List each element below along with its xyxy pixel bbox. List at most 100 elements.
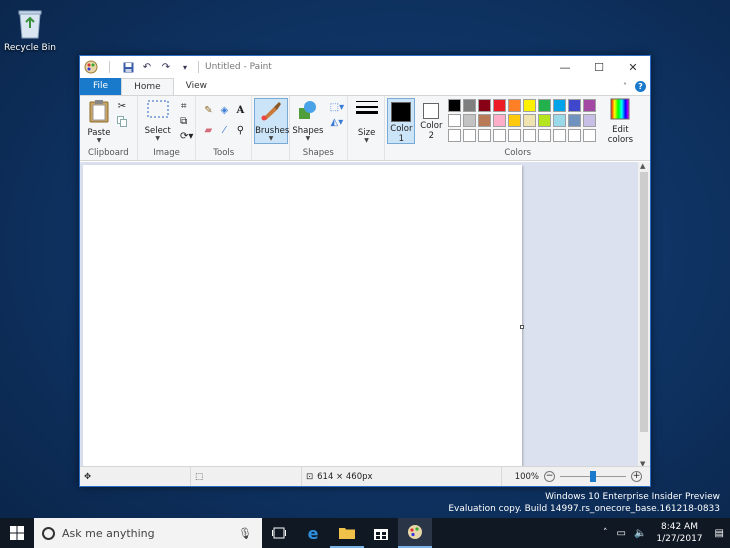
pencil-icon[interactable]: ✎ <box>202 104 214 116</box>
save-icon[interactable] <box>121 60 135 74</box>
color2-button[interactable]: Color 2 <box>417 98 445 144</box>
palette-swatch[interactable] <box>553 99 567 112</box>
clock[interactable]: 8:42 AM 1/27/2017 <box>650 521 708 545</box>
text-icon[interactable]: A <box>234 104 246 116</box>
edge-button[interactable]: e <box>296 518 330 548</box>
paint-app-icon[interactable] <box>84 60 98 74</box>
rotate-icon[interactable]: ⟳▾ <box>178 130 196 142</box>
palette-swatch[interactable] <box>553 114 567 127</box>
zoom-slider-thumb[interactable] <box>590 471 596 482</box>
start-button[interactable] <box>0 518 34 548</box>
task-view-button[interactable] <box>262 518 296 548</box>
crop-icon[interactable]: ⌗ <box>178 100 190 112</box>
palette-swatch[interactable] <box>538 99 552 112</box>
taskbar: Ask me anything 🎙 e ˄ ▭ 🔈 8:42 AM 1/27/2… <box>0 518 730 548</box>
canvas-resize-handle-right[interactable] <box>520 325 524 329</box>
brushes-button[interactable]: Brushes ▼ <box>254 98 289 144</box>
network-icon[interactable]: ▭ <box>612 528 629 539</box>
file-explorer-button[interactable] <box>330 518 364 548</box>
palette-swatch[interactable] <box>478 114 492 127</box>
store-button[interactable] <box>364 518 398 548</box>
size-dropdown-icon: ▼ <box>364 137 369 144</box>
tools-group-label: Tools <box>213 148 235 158</box>
window-title: Untitled - Paint <box>205 62 272 72</box>
palette-swatch[interactable] <box>538 114 552 127</box>
palette-swatch[interactable] <box>508 114 522 127</box>
palette-swatch[interactable] <box>508 129 522 142</box>
maximize-button[interactable]: ☐ <box>582 56 616 78</box>
select-icon <box>141 99 175 122</box>
shapes-group-label: Shapes <box>302 148 334 158</box>
resize-icon[interactable]: ⧉ <box>178 115 190 127</box>
volume-icon[interactable]: 🔈 <box>630 528 650 539</box>
cut-icon[interactable]: ✂ <box>116 100 128 112</box>
palette-swatch[interactable] <box>448 129 462 142</box>
color-picker-icon[interactable]: ⁄ <box>218 124 230 136</box>
palette-swatch[interactable] <box>583 129 597 142</box>
color1-button[interactable]: Color 1 <box>387 98 416 144</box>
brushes-dropdown-icon: ▼ <box>268 135 274 142</box>
palette-swatch[interactable] <box>568 114 582 127</box>
palette-swatch[interactable] <box>538 129 552 142</box>
close-button[interactable]: ✕ <box>616 56 650 78</box>
tab-file[interactable]: File <box>80 78 122 95</box>
help-icon[interactable]: ? <box>635 81 646 92</box>
paste-button[interactable]: Paste ▼ <box>86 99 112 144</box>
microphone-icon[interactable]: 🎙 <box>238 527 252 540</box>
copy-icon[interactable] <box>116 115 128 127</box>
redo-icon[interactable]: ↷ <box>159 60 173 74</box>
shapes-button[interactable]: Shapes ▼ <box>292 99 324 142</box>
palette-swatch[interactable] <box>463 114 477 127</box>
action-center-icon[interactable]: ▤ <box>709 528 730 539</box>
palette-swatch[interactable] <box>583 114 597 127</box>
brushes-group: Brushes ▼ <box>252 96 290 160</box>
undo-icon[interactable]: ↶ <box>140 60 154 74</box>
magnifier-icon[interactable]: ⚲ <box>234 124 246 136</box>
select-button[interactable]: Select ▼ <box>141 99 175 142</box>
palette-swatch[interactable] <box>568 129 582 142</box>
fill-icon[interactable]: ◈ <box>218 104 230 116</box>
palette-swatch[interactable] <box>568 99 582 112</box>
edit-colors-button[interactable]: Edit colors <box>604 98 636 145</box>
zoom-slider[interactable] <box>560 471 626 482</box>
collapse-ribbon-icon[interactable]: ˄ <box>623 82 627 91</box>
palette-swatch[interactable] <box>523 99 537 112</box>
minimize-button[interactable]: — <box>548 56 582 78</box>
shapes-dropdown-icon: ▼ <box>305 135 311 142</box>
vertical-scrollbar[interactable]: ▲ ▼ <box>638 162 650 468</box>
cortana-search-box[interactable]: Ask me anything 🎙 <box>34 518 262 548</box>
scroll-up-icon[interactable]: ▲ <box>640 162 645 170</box>
palette-swatch[interactable] <box>583 99 597 112</box>
drawing-canvas[interactable] <box>83 165 522 468</box>
palette-swatch[interactable] <box>463 129 477 142</box>
palette-swatch[interactable] <box>493 129 507 142</box>
palette-swatch[interactable] <box>478 129 492 142</box>
palette-swatch[interactable] <box>478 99 492 112</box>
colors-group: Color 1 Color 2 Edit colors Colors <box>385 96 650 160</box>
paste-dropdown-icon: ▼ <box>96 137 102 144</box>
customize-quick-access-icon[interactable]: ▾ <box>178 60 192 74</box>
fill-shape-icon[interactable]: ◭▾ <box>328 116 346 128</box>
cursor-position-section: ✥ <box>80 467 191 486</box>
palette-swatch[interactable] <box>523 129 537 142</box>
scrollbar-thumb[interactable] <box>640 172 648 432</box>
palette-swatch[interactable] <box>553 129 567 142</box>
show-hidden-icons-button[interactable]: ˄ <box>598 528 613 538</box>
tools-group: ✎ ◈ A ▰ ⁄ ⚲ Tools <box>196 96 253 160</box>
outline-icon[interactable]: ⬚▾ <box>328 101 346 113</box>
palette-swatch[interactable] <box>523 114 537 127</box>
palette-swatch[interactable] <box>508 99 522 112</box>
zoom-out-button[interactable]: − <box>544 471 555 482</box>
tab-view[interactable]: View <box>174 78 219 95</box>
eraser-icon[interactable]: ▰ <box>202 124 214 136</box>
palette-swatch[interactable] <box>493 99 507 112</box>
recycle-bin-shortcut[interactable]: Recycle Bin <box>4 4 56 53</box>
tab-home[interactable]: Home <box>121 78 174 95</box>
zoom-in-button[interactable]: + <box>631 471 642 482</box>
palette-swatch[interactable] <box>448 114 462 127</box>
size-button[interactable]: Size ▼ <box>352 99 382 144</box>
paint-taskbar-button[interactable] <box>398 518 432 548</box>
palette-swatch[interactable] <box>493 114 507 127</box>
palette-swatch[interactable] <box>463 99 477 112</box>
palette-swatch[interactable] <box>448 99 462 112</box>
